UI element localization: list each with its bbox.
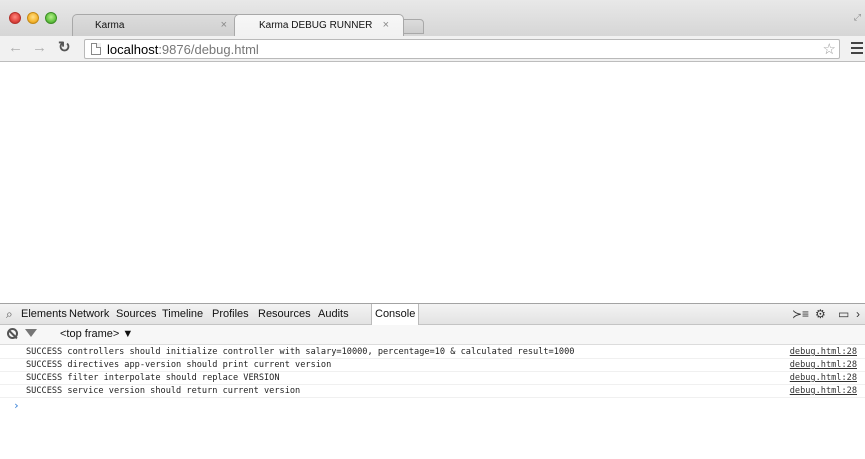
tab-karma[interactable]: Karma × bbox=[72, 14, 242, 36]
tab-elements[interactable]: Elements bbox=[21, 308, 67, 320]
window-titlebar: Karma × Karma DEBUG RUNNER × ⤢ bbox=[0, 0, 865, 36]
console-source-link[interactable]: debug.html:28 bbox=[790, 385, 857, 397]
zoom-window-button[interactable] bbox=[45, 12, 57, 24]
console-row: SUCCESS filter interpolate should replac… bbox=[0, 372, 865, 385]
frame-selector[interactable]: <top frame> ▼ bbox=[60, 328, 133, 340]
console-drawer-icon[interactable]: ≻≡ bbox=[792, 307, 809, 321]
close-window-button[interactable] bbox=[9, 12, 21, 24]
fullscreen-icon[interactable]: ⤢ bbox=[854, 12, 861, 23]
tab-audits[interactable]: Audits bbox=[318, 308, 349, 320]
console-toolbar: <top frame> ▼ bbox=[0, 325, 865, 345]
console-row: SUCCESS controllers should initialize co… bbox=[0, 346, 865, 359]
back-arrow-icon[interactable]: ← bbox=[8, 40, 23, 56]
reload-icon[interactable]: ↻ bbox=[58, 40, 71, 56]
console-source-link[interactable]: debug.html:28 bbox=[790, 372, 857, 384]
console-prompt[interactable]: › bbox=[13, 399, 20, 412]
console-message: SUCCESS directives app-version should pr… bbox=[26, 360, 332, 370]
console-source-link[interactable]: debug.html:28 bbox=[790, 346, 857, 358]
devtools-panel: ⌕ Elements Network Sources Timeline Prof… bbox=[0, 303, 865, 459]
tab-close-icon[interactable]: × bbox=[221, 19, 227, 31]
console-message: SUCCESS service version should return cu… bbox=[26, 386, 301, 396]
tab-console[interactable]: Console bbox=[371, 304, 420, 325]
console-row: SUCCESS directives app-version should pr… bbox=[0, 359, 865, 372]
tab-karma-debug-runner[interactable]: Karma DEBUG RUNNER × bbox=[234, 14, 404, 36]
bookmark-star-icon[interactable]: ☆ bbox=[823, 40, 836, 58]
console-output: SUCCESS controllers should initialize co… bbox=[0, 346, 865, 412]
tab-label: Karma bbox=[95, 20, 125, 31]
search-icon[interactable]: ⌕ bbox=[6, 307, 13, 322]
tab-resources[interactable]: Resources bbox=[258, 308, 311, 320]
dock-icon[interactable]: ▭ bbox=[838, 307, 849, 321]
tab-timeline[interactable]: Timeline bbox=[162, 308, 203, 320]
console-row: SUCCESS service version should return cu… bbox=[0, 385, 865, 398]
tab-sources[interactable]: Sources bbox=[116, 308, 156, 320]
close-devtools-icon[interactable]: › bbox=[856, 307, 860, 321]
page-content bbox=[0, 63, 865, 303]
tab-profiles[interactable]: Profiles bbox=[212, 308, 249, 320]
address-bar[interactable]: localhost:9876/debug.html ☆ bbox=[84, 39, 840, 59]
console-message: SUCCESS filter interpolate should replac… bbox=[26, 373, 280, 383]
devtools-tab-bar: ⌕ Elements Network Sources Timeline Prof… bbox=[0, 304, 865, 325]
minimize-window-button[interactable] bbox=[27, 12, 39, 24]
browser-toolbar: ← → ↻ localhost:9876/debug.html ☆ bbox=[0, 36, 865, 62]
url-text: localhost:9876/debug.html bbox=[107, 42, 259, 57]
tab-close-icon[interactable]: × bbox=[383, 19, 389, 31]
url-path: /debug.html bbox=[190, 42, 259, 57]
url-host: localhost bbox=[107, 42, 159, 57]
tab-network[interactable]: Network bbox=[69, 308, 109, 320]
url-port: :9876 bbox=[158, 42, 191, 57]
forward-arrow-icon[interactable]: → bbox=[32, 40, 47, 56]
clear-console-icon[interactable] bbox=[7, 328, 18, 339]
menu-icon[interactable] bbox=[851, 42, 863, 54]
tab-label: Karma DEBUG RUNNER bbox=[259, 20, 373, 31]
page-icon bbox=[91, 43, 101, 55]
filter-icon[interactable] bbox=[25, 329, 37, 337]
gear-icon[interactable]: ⚙ bbox=[815, 307, 826, 321]
console-source-link[interactable]: debug.html:28 bbox=[790, 359, 857, 371]
console-message: SUCCESS controllers should initialize co… bbox=[26, 347, 575, 357]
